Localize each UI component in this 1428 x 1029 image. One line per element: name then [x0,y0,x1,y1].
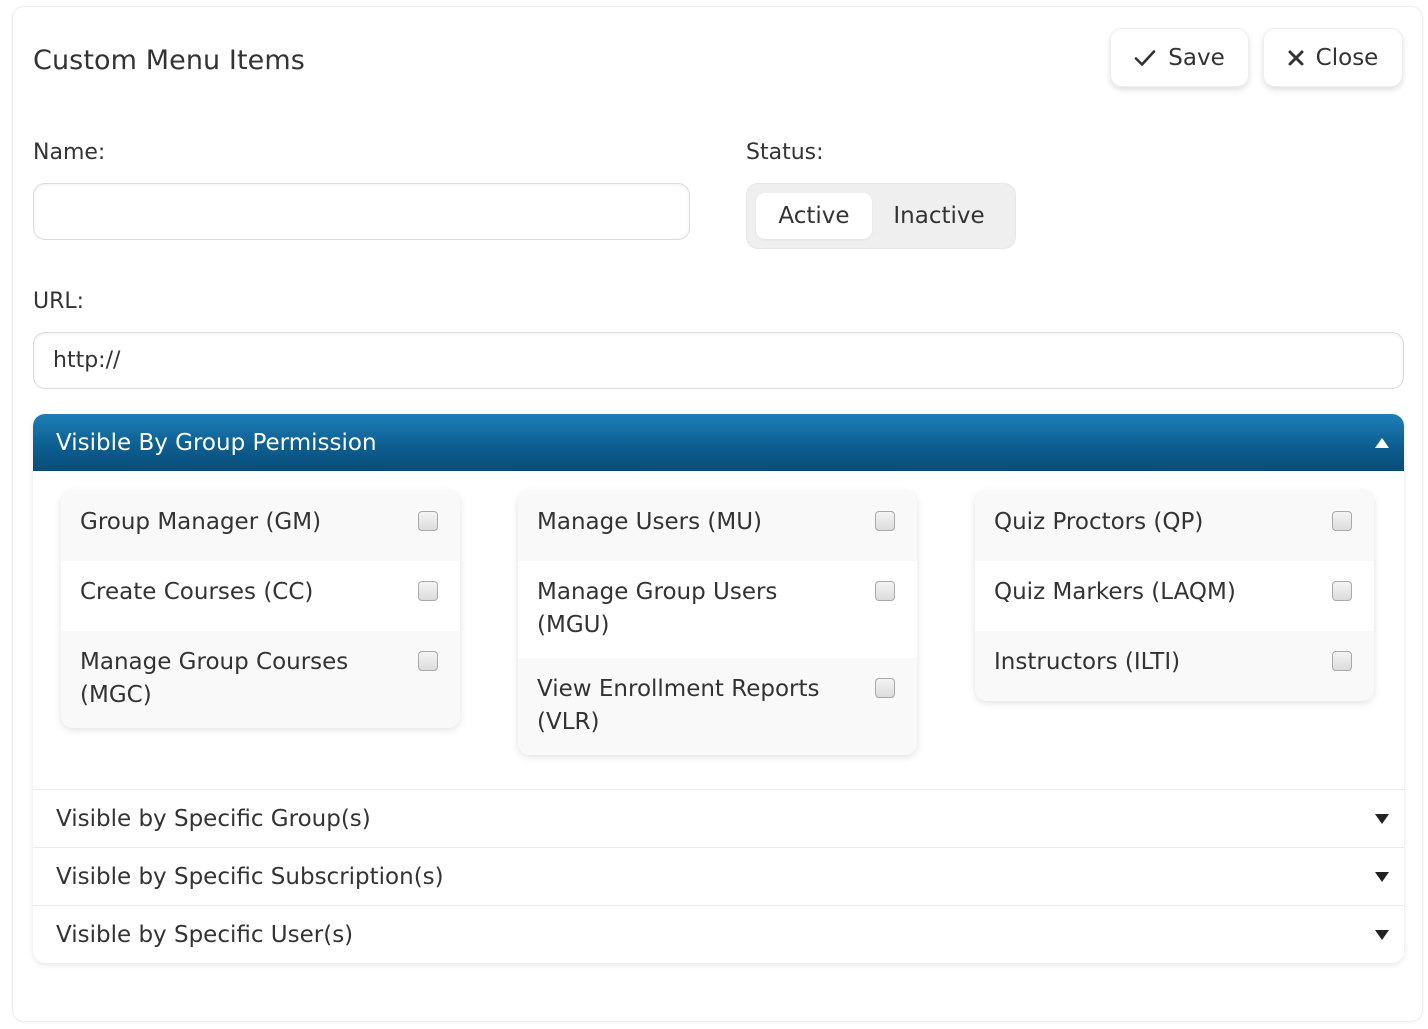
permission-checkbox[interactable] [875,511,895,531]
status-label: Status: [746,140,824,165]
save-button[interactable]: Save [1110,28,1249,87]
permission-checkbox[interactable] [1332,511,1352,531]
visibility-accordion: Visible By Group Permission Group Manage… [33,414,1404,963]
save-label: Save [1168,44,1225,71]
permission-item-gm: Group Manager (GM) [61,491,460,561]
permission-item-mgu: Manage Group Users (MGU) [518,561,917,658]
permission-column: Quiz Proctors (QP) Quiz Markers (LAQM) I… [975,491,1374,701]
specific-users-header[interactable]: Visible by Specific User(s) [33,906,1404,963]
chevron-down-icon [1374,813,1390,825]
permission-label: Create Courses (CC) [80,579,314,605]
specific-users-title: Visible by Specific User(s) [56,921,354,948]
permission-item-mu: Manage Users (MU) [518,491,917,561]
permission-column: Group Manager (GM) Create Courses (CC) M… [61,491,460,728]
specific-subscriptions-header[interactable]: Visible by Specific Subscription(s) [33,848,1404,906]
permission-item-cc: Create Courses (CC) [61,561,460,631]
chevron-down-icon [1374,929,1390,941]
permission-checkbox[interactable] [418,511,438,531]
permission-label: Manage Users (MU) [537,509,763,535]
name-input[interactable] [33,183,690,240]
url-label: URL: [33,289,85,314]
name-label: Name: [33,140,106,165]
close-button[interactable]: Close [1263,28,1403,87]
check-icon [1134,49,1156,67]
permission-label: Manage Group Users (MGU) [537,579,778,638]
status-option-inactive[interactable]: Inactive [872,193,1006,239]
permission-item-qp: Quiz Proctors (QP) [975,491,1374,561]
permission-checkbox[interactable] [418,651,438,671]
custom-menu-items-panel: Custom Menu Items Save Close Name: Statu… [12,6,1423,1022]
permission-checkbox[interactable] [1332,581,1352,601]
permission-checkbox[interactable] [418,581,438,601]
specific-subscriptions-title: Visible by Specific Subscription(s) [56,863,444,890]
x-icon [1288,50,1304,66]
permission-column: Manage Users (MU) Manage Group Users (MG… [518,491,917,755]
permission-label: Quiz Proctors (QP) [994,509,1204,535]
permission-item-vlr: View Enrollment Reports (VLR) [518,658,917,755]
permission-checkbox[interactable] [875,678,895,698]
group-permission-title: Visible By Group Permission [56,429,377,456]
status-toggle: Active Inactive [746,183,1016,249]
page-title: Custom Menu Items [33,45,305,76]
permission-item-ilti: Instructors (ILTI) [975,631,1374,701]
chevron-up-icon [1374,437,1390,449]
status-option-active[interactable]: Active [756,193,872,239]
specific-groups-title: Visible by Specific Group(s) [56,805,371,832]
group-permission-body: Group Manager (GM) Create Courses (CC) M… [33,471,1404,790]
permission-label: Instructors (ILTI) [994,649,1181,675]
permission-label: Manage Group Courses (MGC) [80,649,349,708]
chevron-down-icon [1374,871,1390,883]
specific-groups-header[interactable]: Visible by Specific Group(s) [33,790,1404,848]
close-label: Close [1315,44,1379,71]
permission-label: Group Manager (GM) [80,509,322,535]
permission-checkbox[interactable] [1332,651,1352,671]
url-input[interactable] [33,332,1404,389]
permission-checkbox[interactable] [875,581,895,601]
permission-item-mgc: Manage Group Courses (MGC) [61,631,460,728]
permission-label: Quiz Markers (LAQM) [994,579,1236,605]
permission-item-laqm: Quiz Markers (LAQM) [975,561,1374,631]
permission-label: View Enrollment Reports (VLR) [537,676,820,735]
group-permission-header[interactable]: Visible By Group Permission [33,414,1404,471]
